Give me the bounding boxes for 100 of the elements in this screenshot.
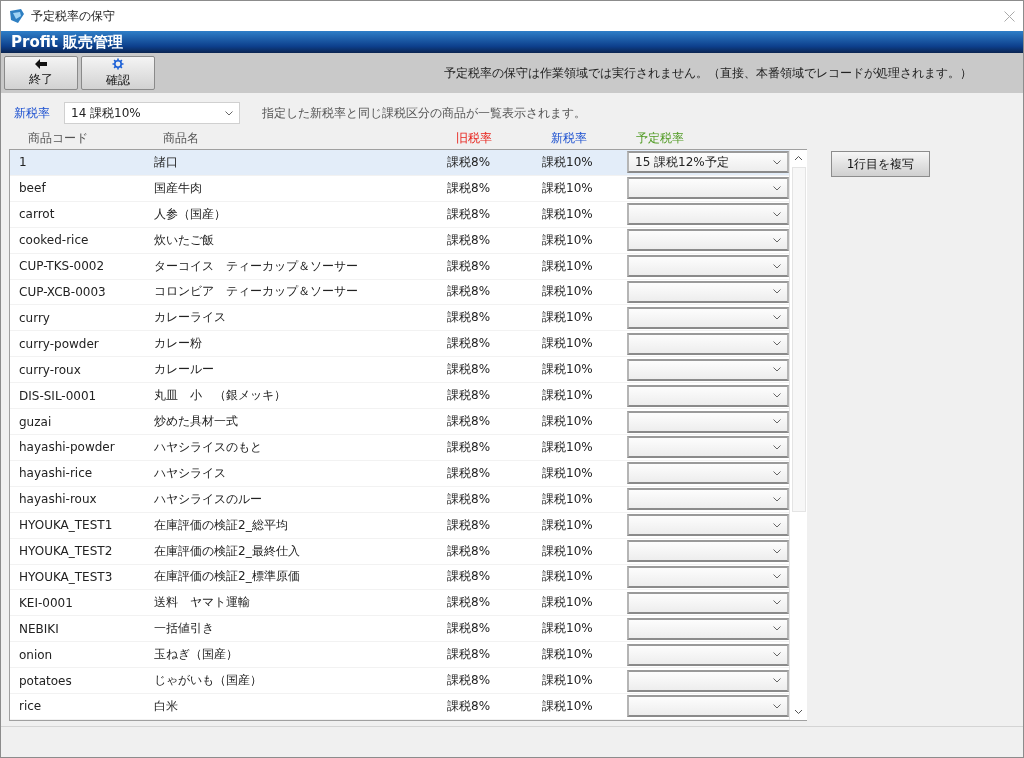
table-cell-text: 課税10%: [542, 646, 594, 664]
table-cell-text: potatoes: [19, 673, 73, 688]
rate-dropdown[interactable]: [627, 695, 789, 718]
table-cell-text: 課税8%: [447, 620, 492, 638]
arrow-left-icon: [35, 58, 47, 69]
rate-dropdown[interactable]: [627, 617, 789, 640]
table-cell-text: じゃがいも（国産）: [154, 672, 263, 690]
table-cell-text: 課税8%: [447, 309, 492, 327]
table-row[interactable]: hayashi-powder ハヤシライスのもと 課税8% 課税10%: [10, 434, 789, 461]
table-cell-text: HYOUKA_TEST2: [19, 544, 114, 559]
table-row[interactable]: KEI-0001 送料 ヤマト運輸 課税8% 課税10%: [10, 590, 789, 617]
column-header: 予定税率: [636, 129, 685, 147]
table-row[interactable]: carrot 人参（国産） 課税8% 課税10%: [10, 201, 789, 228]
table-cell-text: 課税10%: [542, 542, 594, 560]
copy-first-row-button[interactable]: 1行目を複写: [831, 151, 930, 177]
table-cell-text: cooked-rice: [19, 233, 90, 248]
table-row[interactable]: rice 白米 課税8% 課税10%: [10, 694, 789, 720]
table-cell-text: CUP-XCB-0003: [19, 285, 107, 299]
table-cell-text: 課税8%: [447, 464, 492, 482]
table-row[interactable]: curry カレーライス 課税8% 課税10%: [10, 305, 789, 332]
table-row[interactable]: onion 玉ねぎ（国産） 課税8% 課税10%: [10, 642, 789, 669]
table-cell-text: 在庫評価の検証2_標準原価: [154, 568, 301, 586]
table-row[interactable]: hayashi-rice ハヤシライス 課税8% 課税10%: [10, 460, 789, 487]
settings-icon: [112, 57, 124, 70]
table-row[interactable]: potatoes じゃがいも（国産） 課税8% 課税10%: [10, 668, 789, 695]
rate-dropdown[interactable]: [627, 255, 789, 278]
table-row[interactable]: beef 国産牛肉 課税8% 課税10%: [10, 175, 789, 202]
rate-dropdown[interactable]: [627, 229, 789, 252]
table-row[interactable]: guzai 炒めた具材一式 課税8% 課税10%: [10, 409, 789, 435]
tax-rate-dropdown[interactable]: 14 課税10%: [64, 102, 240, 124]
close-icon[interactable]: [1004, 10, 1015, 22]
chevron-down-icon: [773, 237, 781, 243]
rate-dropdown[interactable]: 15 課税12%予定: [627, 151, 789, 174]
table-cell-text: CUP-TKS-0002: [19, 259, 106, 274]
rate-dropdown[interactable]: [627, 591, 789, 614]
rate-dropdown[interactable]: [627, 384, 789, 407]
rate-dropdown[interactable]: [627, 514, 789, 537]
table-cell-text: 課税10%: [542, 464, 594, 482]
table-row[interactable]: cooked-rice 炊いたご飯 課税8% 課税10%: [10, 227, 789, 254]
table-cell-text: curry-roux: [19, 362, 82, 377]
scrollbar[interactable]: [789, 150, 807, 720]
rate-dropdown[interactable]: [627, 410, 789, 433]
table-cell-text: 課税10%: [542, 594, 594, 612]
rate-dropdown[interactable]: [627, 462, 789, 485]
chevron-down-icon: [773, 185, 781, 191]
table-cell-text: 課税8%: [447, 594, 492, 612]
rate-dropdown[interactable]: [627, 565, 789, 588]
table-cell-text: 課税10%: [542, 620, 594, 638]
table-cell-text: 在庫評価の検証2_最終仕入: [154, 542, 301, 560]
table-cell-text: 諸口: [154, 153, 179, 171]
table-cell-text: ターコイス ティーカップ＆ソーサー: [154, 257, 359, 275]
table-cell-text: 課税10%: [542, 205, 594, 223]
chevron-down-icon: [773, 470, 781, 476]
table-row[interactable]: hayashi-roux ハヤシライスのルー 課税8% 課税10%: [10, 486, 789, 513]
table-cell-text: 課税10%: [542, 231, 594, 249]
rate-dropdown[interactable]: [627, 669, 789, 692]
table-cell-text: 課税8%: [447, 205, 492, 223]
table-cell-text: 課税8%: [447, 542, 492, 560]
rate-dropdown[interactable]: [627, 643, 789, 666]
table-cell-text: 課税8%: [447, 438, 492, 456]
table-cell-text: 人参（国産）: [154, 205, 227, 223]
table-cell-text: 国産牛肉: [154, 179, 203, 197]
chevron-down-icon: [773, 367, 781, 373]
selected-row[interactable]: 1 諸口 課税8% 課税10% 15 課税12%予定: [10, 150, 789, 176]
table-row[interactable]: CUP-XCB-0003 コロンビア ティーカップ＆ソーサー 課税8% 課税10%: [10, 279, 789, 306]
table-row[interactable]: HYOUKA_TEST3 在庫評価の検証2_標準原価 課税8% 課税10%: [10, 564, 789, 591]
table-row[interactable]: curry-roux カレールー 課税8% 課税10%: [10, 357, 789, 384]
table-cell-text: 課税8%: [447, 698, 492, 715]
table-row[interactable]: curry-powder カレー粉 課税8% 課税10%: [10, 331, 789, 358]
rate-dropdown[interactable]: [627, 203, 789, 226]
exit-button[interactable]: 終了: [4, 56, 78, 90]
table-row[interactable]: CUP-TKS-0002 ターコイス ティーカップ＆ソーサー 課税8% 課税10%: [10, 253, 789, 280]
scrollbar-thumb[interactable]: [791, 167, 806, 512]
table-row[interactable]: HYOUKA_TEST2 在庫評価の検証2_最終仕入 課税8% 課税10%: [10, 538, 789, 565]
confirm-button[interactable]: 確認: [81, 56, 155, 90]
table-cell-text: 課税8%: [447, 646, 492, 664]
rate-dropdown[interactable]: [627, 281, 789, 303]
table-cell-text: 丸皿 小 （銀メッキ）: [154, 387, 287, 405]
chevron-down-icon: [773, 652, 781, 658]
table-cell-text: 課税8%: [447, 179, 492, 197]
rate-dropdown[interactable]: [627, 306, 789, 329]
rate-dropdown[interactable]: [627, 488, 789, 511]
table-cell-text: guzai: [19, 414, 53, 429]
table-cell-text: 課税10%: [542, 568, 594, 586]
rate-dropdown[interactable]: [627, 436, 789, 459]
table-cell-text: 白米: [154, 698, 179, 715]
table-row[interactable]: HYOUKA_TEST1 在庫評価の検証2_総平均 課税8% 課税10%: [10, 512, 789, 539]
table-cell-text: 課税8%: [447, 413, 492, 430]
table-cell-text: 課税10%: [542, 413, 594, 430]
table-row[interactable]: NEBIKI 一括値引き 課税8% 課税10%: [10, 616, 789, 643]
rate-dropdown[interactable]: [627, 332, 789, 355]
table-row[interactable]: DIS-SIL-0001 丸皿 小 （銀メッキ） 課税8% 課税10%: [10, 383, 789, 410]
chevron-down-icon: [773, 678, 781, 684]
table-cell-text: 課税10%: [542, 335, 594, 353]
rate-dropdown[interactable]: [627, 177, 789, 200]
table-cell-text: 課税10%: [542, 257, 594, 275]
filter-label: 新税率: [14, 104, 51, 122]
chevron-down-icon: [773, 704, 781, 709]
rate-dropdown[interactable]: [627, 358, 789, 381]
rate-dropdown[interactable]: [627, 540, 789, 563]
